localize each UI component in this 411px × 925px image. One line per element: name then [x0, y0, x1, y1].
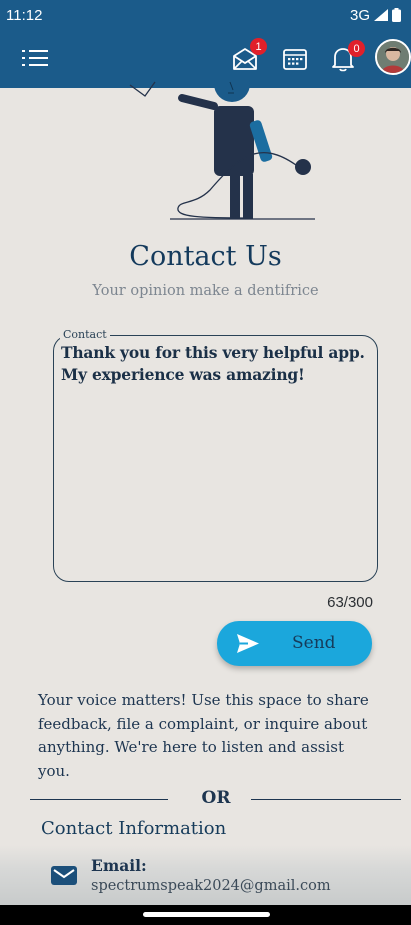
email-label: Email:: [91, 856, 147, 875]
page-title: Contact Us: [129, 241, 282, 272]
battery-icon: [392, 8, 401, 22]
send-button-label: Send: [292, 633, 336, 653]
email-icon: [51, 866, 77, 885]
calendar-icon: [283, 49, 307, 70]
calendar-button[interactable]: [283, 48, 307, 74]
email-link[interactable]: spectrumspeak2024@gmail.com: [91, 878, 331, 894]
page-subtitle: Your opinion make a dentifrice: [92, 283, 319, 299]
avatar-image: [377, 41, 409, 73]
menu-icon[interactable]: [22, 47, 48, 69]
character-counter: 63/300: [327, 594, 373, 611]
home-gesture-bar[interactable]: [143, 912, 270, 917]
divider-line-right: [251, 799, 401, 801]
notifications-badge: 0: [348, 40, 365, 57]
mail-button[interactable]: 1: [232, 38, 267, 71]
status-icons: 3G: [350, 7, 401, 24]
mail-badge: 1: [250, 38, 267, 55]
send-icon: [237, 634, 259, 653]
send-button[interactable]: Send: [217, 621, 372, 666]
divider-label: OR: [201, 788, 231, 808]
notifications-button[interactable]: 0: [331, 40, 365, 76]
info-paragraph: Your voice matters! Use this space to sh…: [38, 691, 369, 780]
contact-illustration: [129, 80, 315, 220]
avatar[interactable]: [375, 39, 411, 75]
contact-info-title: Contact Information: [41, 818, 227, 839]
or-divider: OR: [0, 788, 411, 812]
status-bar: 11:12 3G: [0, 0, 411, 30]
contact-text-value[interactable]: Thank you for this very helpful app. My …: [61, 342, 373, 386]
signal-icon: [374, 9, 388, 21]
contact-field-label: Contact: [60, 328, 110, 341]
network-type: 3G: [349, 6, 370, 24]
status-time: 11:12: [6, 6, 43, 24]
